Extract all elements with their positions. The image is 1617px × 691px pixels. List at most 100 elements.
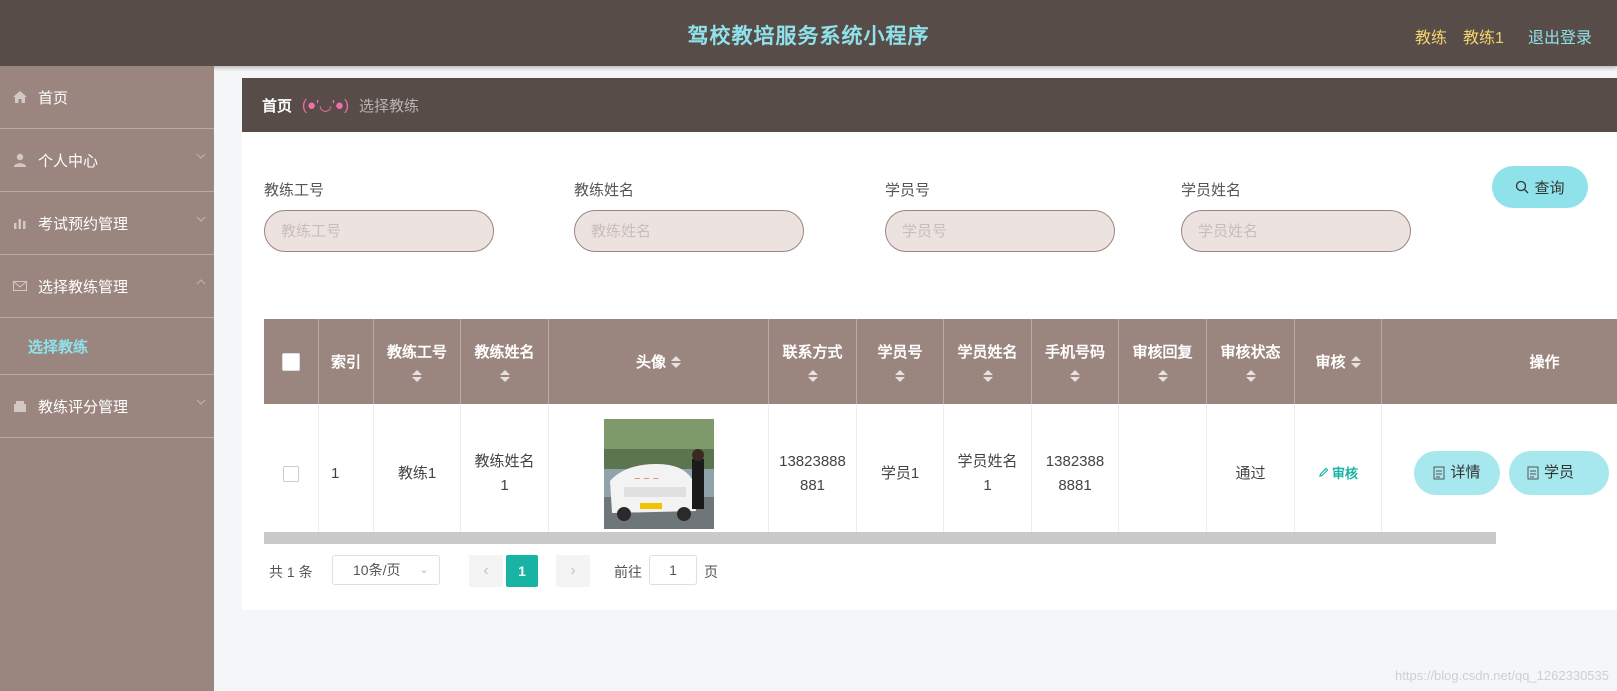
sidebar-item-coach-select[interactable]: 选择教练管理 <box>0 255 214 318</box>
watermark: https://blog.csdn.net/qq_1262330535 <box>1395 668 1609 683</box>
chart-icon <box>14 219 26 229</box>
page-unit-label: 页 <box>704 564 718 580</box>
chevron-up-icon <box>196 279 206 285</box>
sidebar-item-personal[interactable]: 个人中心 <box>0 129 214 192</box>
header-student-id-label: 学员号 <box>877 344 923 361</box>
pagination-total: 共 1 条 <box>269 564 313 580</box>
student-id-input[interactable] <box>885 210 1115 252</box>
header-audit[interactable]: 审核 <box>1295 319 1382 404</box>
header-audit-status[interactable]: 审核状态 <box>1207 319 1295 404</box>
header-contact-label: 联系方式 <box>782 344 843 361</box>
sidebar-item-label: 选择教练管理 <box>38 278 129 296</box>
edit-icon <box>1319 467 1329 477</box>
student-button-label: 学员 <box>1544 464 1575 481</box>
sort-icon[interactable] <box>671 355 681 368</box>
cell-select <box>264 404 319 544</box>
sort-icon[interactable] <box>1070 370 1080 382</box>
breadcrumb: 首页 (●'◡'●) 选择教练 <box>242 78 1617 132</box>
user-role: 教练 <box>1415 30 1448 47</box>
header-operation: 操作 <box>1382 319 1617 404</box>
data-table: 索引 教练工号 教练姓名 头像 联系方式 学员号 学员姓名 手机号码 审核回复 … <box>264 319 1617 544</box>
home-icon <box>13 91 27 103</box>
cell-index: 1 <box>319 404 374 544</box>
breadcrumb-home[interactable]: 首页 <box>262 95 292 116</box>
student-id-label: 学员号 <box>885 182 931 199</box>
detail-button[interactable]: 详情 <box>1414 451 1500 495</box>
header-coach-id[interactable]: 教练工号 <box>374 319 461 404</box>
document-icon <box>1527 466 1539 480</box>
header-avatar-label: 头像 <box>635 354 666 371</box>
header-audit-reply-label: 审核回复 <box>1132 344 1193 361</box>
svg-text:~ ~ ~: ~ ~ ~ <box>634 474 659 483</box>
coach-id-label: 教练工号 <box>264 182 325 199</box>
search-icon <box>1516 180 1529 194</box>
student-name-label: 学员姓名 <box>1181 182 1242 199</box>
sidebar-subitem-select-coach[interactable]: 选择教练 <box>0 318 214 375</box>
header-index: 索引 <box>319 319 374 404</box>
coach-name-label: 教练姓名 <box>574 182 635 199</box>
row-checkbox[interactable] <box>283 466 299 482</box>
sort-icon[interactable] <box>895 370 905 382</box>
header-audit-label: 审核 <box>1315 354 1346 371</box>
header-student-name[interactable]: 学员姓名 <box>944 319 1032 404</box>
table-header: 索引 教练工号 教练姓名 头像 联系方式 学员号 学员姓名 手机号码 审核回复 … <box>264 319 1617 404</box>
header-audit-reply[interactable]: 审核回复 <box>1119 319 1207 404</box>
main-panel: 教练工号 教练姓名 学员号 学员姓名 查询 索引 教练工号 教练姓名 <box>242 132 1617 610</box>
sort-icon[interactable] <box>807 370 818 382</box>
sort-icon[interactable] <box>1245 370 1256 382</box>
header-contact[interactable]: 联系方式 <box>769 319 857 404</box>
coach-name-input[interactable] <box>574 210 804 252</box>
query-button[interactable]: 查询 <box>1492 166 1588 208</box>
sidebar: 首页 个人中心 考试预约管理 选择教练管理 选择教练 教练评分管理 <box>0 66 214 691</box>
chevron-down-icon: ⌄ <box>418 562 429 576</box>
header-index-label: 索引 <box>330 354 361 371</box>
table-body: 1 教练1 教练姓名1 ~ ~ ~ 13823888881 学员1 学员姓名1 … <box>264 404 1617 544</box>
cell-coach-name: 教练姓名1 <box>461 404 549 544</box>
sidebar-item-home[interactable]: 首页 <box>0 66 214 129</box>
coach-id-input[interactable] <box>264 210 494 252</box>
header-audit-status-label: 审核状态 <box>1220 344 1281 361</box>
chevron-down-icon <box>196 153 206 159</box>
sort-icon[interactable] <box>412 370 422 382</box>
student-button[interactable]: 学员 <box>1509 451 1609 495</box>
document-icon <box>1433 466 1445 480</box>
sort-icon[interactable] <box>1157 370 1168 382</box>
select-all-checkbox[interactable] <box>282 352 300 371</box>
sidebar-item-exam[interactable]: 考试预约管理 <box>0 192 214 255</box>
detail-button-label: 详情 <box>1450 464 1481 481</box>
header-avatar[interactable]: 头像 <box>549 319 769 404</box>
sidebar-item-label: 教练评分管理 <box>38 398 129 416</box>
sidebar-item-coach-rating[interactable]: 教练评分管理 <box>0 375 214 438</box>
audit-link[interactable]: 审核 <box>1318 462 1358 486</box>
goto-page-input[interactable] <box>649 555 697 585</box>
horizontal-scrollbar[interactable] <box>264 532 1496 544</box>
sidebar-item-label: 考试预约管理 <box>38 215 129 233</box>
cell-coach-id: 教练1 <box>374 404 461 544</box>
header-phone[interactable]: 手机号码 <box>1032 319 1119 404</box>
logout-button[interactable]: 退出登录 <box>1528 24 1592 48</box>
student-name-input[interactable] <box>1181 210 1411 252</box>
prev-page-button[interactable]: ‹ <box>469 555 503 587</box>
sort-icon[interactable] <box>499 370 510 382</box>
header-select-all <box>264 319 319 404</box>
chevron-down-icon <box>196 399 206 405</box>
page-size-value: 10条/页 <box>353 562 401 578</box>
next-page-button[interactable]: › <box>556 555 590 587</box>
app-title: 驾校教培服务系统小程序 <box>687 25 930 48</box>
cell-audit-reply <box>1119 404 1207 544</box>
cell-phone: 13823888881 <box>1032 404 1119 544</box>
sort-icon[interactable] <box>982 370 993 382</box>
header-coach-name[interactable]: 教练姓名 <box>461 319 549 404</box>
sort-icon[interactable] <box>1350 355 1361 368</box>
mail-icon <box>13 281 27 291</box>
chevron-down-icon <box>196 216 206 222</box>
cell-avatar: ~ ~ ~ <box>549 404 769 544</box>
cart-icon <box>14 401 26 412</box>
header-student-id[interactable]: 学员号 <box>857 319 944 404</box>
page-number-current[interactable]: 1 <box>506 555 538 587</box>
user-icon <box>14 153 26 167</box>
coach-avatar-image[interactable]: ~ ~ ~ <box>603 419 714 529</box>
breadcrumb-face: (●'◡'●) <box>302 97 349 114</box>
audit-link-label: 审核 <box>1331 466 1358 481</box>
page-size-select[interactable]: 10条/页 ⌄ <box>332 555 440 585</box>
